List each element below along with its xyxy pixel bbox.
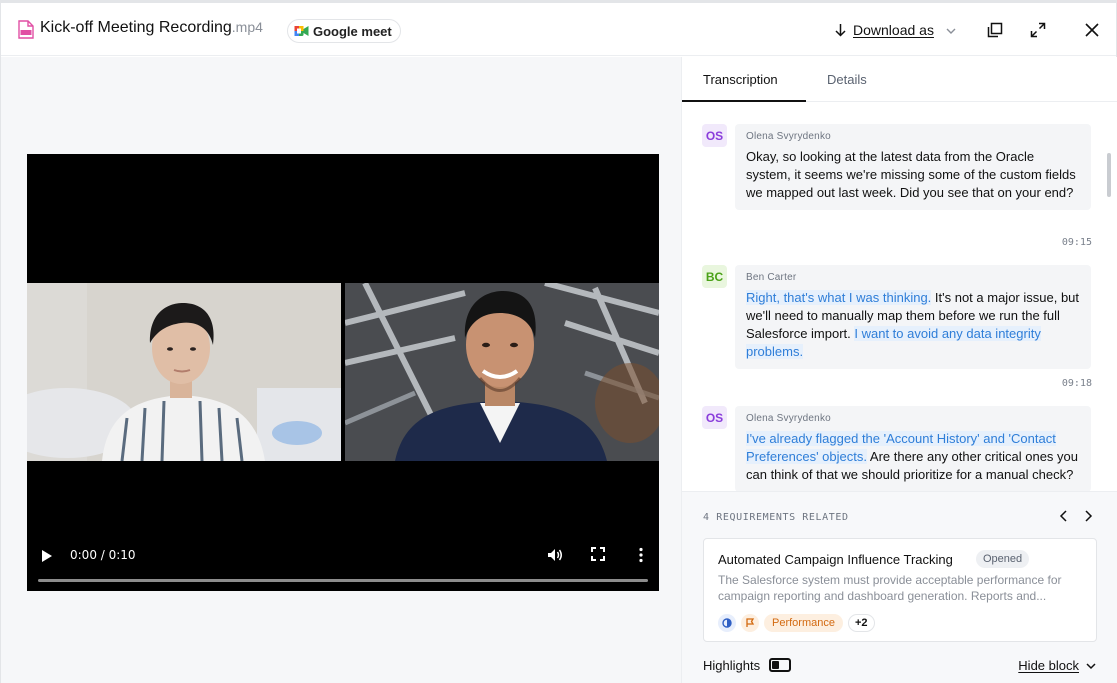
download-as-label: Download as [853, 22, 934, 38]
video-controls: 0:00 / 0:10 [27, 531, 659, 591]
tab-transcription[interactable]: Transcription [703, 72, 778, 87]
message-timestamp: 09:15 [1061, 237, 1092, 248]
requirement-description: The Salesforce system must provide accep… [718, 573, 1062, 603]
close-icon[interactable] [1084, 22, 1100, 38]
status-badge: Opened [976, 550, 1030, 568]
download-dropdown-chevron-icon[interactable] [944, 24, 958, 38]
side-panel: Transcription Details OS Olena Svyrydenk… [681, 57, 1117, 683]
panel-tabs: Transcription Details [682, 57, 1117, 102]
requirement-card[interactable]: Automated Campaign Influence Tracking Op… [703, 538, 1097, 642]
speaker-name: Ben Carter [746, 272, 797, 283]
recording-viewer-window: Kick-off Meeting Recording.mp4 Google me… [0, 0, 1117, 683]
message-bubble: Olena Svyrydenko Okay, so looking at the… [735, 124, 1091, 210]
transcript-list: OS Olena Svyrydenko Okay, so looking at … [682, 103, 1117, 491]
speaker-name: Olena Svyrydenko [746, 413, 831, 424]
participant-man-image [345, 283, 659, 461]
message-text: Right, that's what I was thinking. It's … [746, 289, 1081, 361]
chevron-down-icon [1086, 662, 1096, 669]
highlights-toggle[interactable] [769, 658, 791, 672]
avatar: OS [702, 124, 727, 147]
more-tags-badge[interactable]: +2 [847, 614, 875, 632]
file-name: Kick-off Meeting Recording [40, 19, 232, 36]
avatar: OS [702, 406, 727, 429]
mp4-file-icon [18, 20, 34, 39]
google-meet-badge: Google meet [287, 19, 401, 43]
message-timestamp: 09:18 [1061, 378, 1092, 389]
expand-icon[interactable] [1030, 22, 1046, 38]
active-tab-indicator [682, 100, 806, 102]
video-player[interactable]: 0:00 / 0:10 [27, 154, 659, 591]
performance-tag: Performance [764, 614, 843, 632]
hide-block-label: Hide block [1018, 658, 1079, 673]
avatar: BC [702, 265, 727, 288]
message-bubble: Ben Carter Right, that's what I was thin… [735, 265, 1091, 369]
panel-footer: Highlights Hide block [703, 656, 1097, 676]
message-segment: Okay, so looking at the latest data from… [746, 149, 1076, 200]
requirement-title: Automated Campaign Influence Tracking [718, 552, 953, 567]
participant-video-woman [27, 283, 341, 461]
requirements-count: 4 REQUIREMENTS RELATED [703, 512, 849, 523]
transcript-scrollbar[interactable] [1107, 153, 1111, 197]
speaker-name: Olena Svyrydenko [746, 131, 831, 142]
header: Kick-off Meeting Recording.mp4 Google me… [1, 3, 1116, 56]
file-title: Kick-off Meeting Recording.mp4 [40, 19, 263, 37]
media-pane: 0:00 / 0:10 [1, 57, 681, 683]
video-time: 0:00 / 0:10 [70, 548, 136, 562]
copy-icon[interactable] [987, 22, 1003, 38]
download-as-button[interactable]: Download as [834, 22, 934, 38]
fullscreen-icon[interactable] [591, 547, 605, 561]
more-vertical-icon[interactable] [634, 547, 648, 563]
volume-icon[interactable] [547, 547, 563, 563]
highlights-label: Highlights [703, 658, 761, 673]
google-meet-label: Google meet [313, 23, 392, 39]
hide-block-button[interactable]: Hide block [1018, 658, 1097, 673]
highlighted-segment[interactable]: Right, that's what I was thinking. [746, 290, 932, 305]
arrow-down-icon [835, 24, 846, 37]
requirement-tags: Performance +2 [718, 614, 875, 632]
file-extension: .mp4 [231, 19, 263, 35]
message-text: Okay, so looking at the latest data from… [746, 148, 1081, 202]
video-progress-bar[interactable] [38, 579, 648, 582]
requirements-section: 4 REQUIREMENTS RELATED Automated Campaig… [682, 491, 1117, 683]
message-bubble: Olena Svyrydenko I've already flagged th… [735, 406, 1091, 491]
flag-icon [741, 614, 759, 632]
toggle-knob [772, 661, 779, 669]
tab-details[interactable]: Details [827, 72, 867, 87]
message-text: I've already flagged the 'Account Histor… [746, 430, 1081, 484]
half-circle-icon [718, 614, 736, 632]
chevron-right-icon[interactable] [1082, 509, 1094, 523]
participant-woman-image [27, 283, 341, 461]
google-meet-icon [294, 26, 309, 36]
chevron-left-icon[interactable] [1058, 509, 1070, 523]
participant-video-man [345, 283, 659, 461]
play-icon[interactable] [40, 549, 54, 563]
